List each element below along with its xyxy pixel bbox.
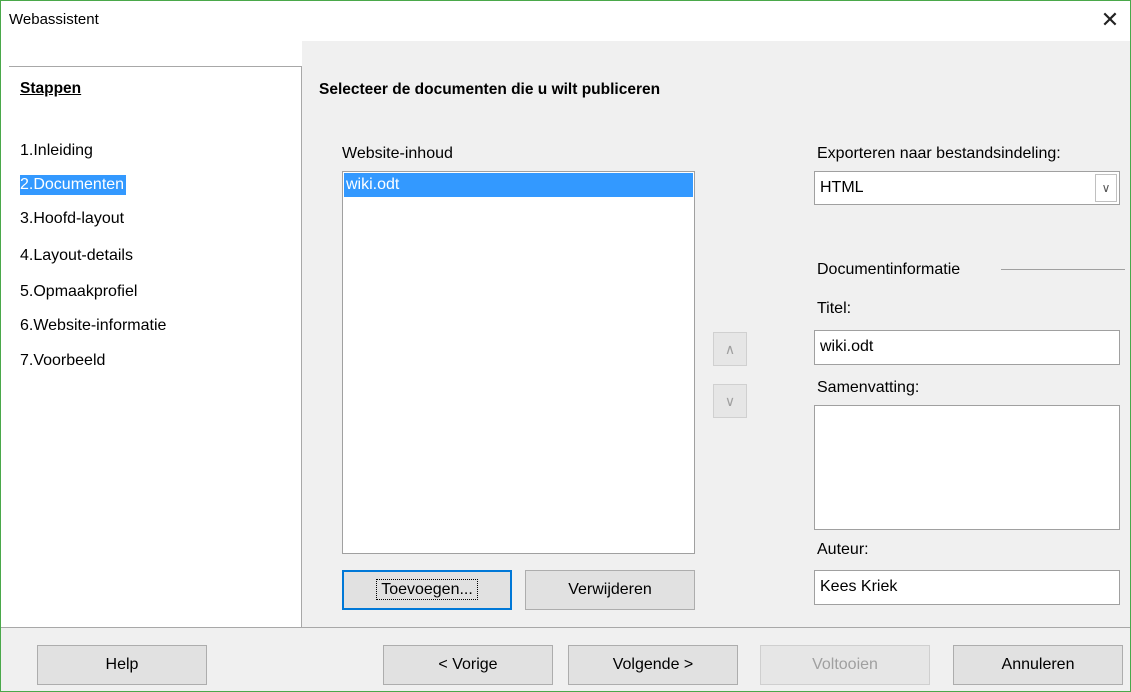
document-info-group-label: Documentinformatie — [817, 261, 961, 278]
chevron-down-icon[interactable]: ∨ — [1095, 174, 1117, 202]
sidebar-divider — [9, 66, 301, 67]
step-7-voorbeeld[interactable]: 7.Voorbeeld — [20, 351, 107, 371]
title-label: Titel: — [817, 300, 852, 317]
chevron-down-icon: ∨ — [724, 393, 736, 409]
step-4-layout-details[interactable]: 4.Layout-details — [20, 246, 135, 266]
chevron-up-icon: ∧ — [724, 341, 736, 357]
close-icon[interactable]: ✕ — [1094, 5, 1126, 37]
summary-field[interactable] — [814, 405, 1120, 530]
remove-button[interactable]: Verwijderen — [525, 570, 695, 610]
back-button[interactable]: < Vorige — [383, 645, 553, 685]
step-5-opmaakprofiel[interactable]: 5.Opmaakprofiel — [20, 282, 139, 302]
author-label: Auteur: — [817, 541, 869, 558]
summary-label: Samenvatting: — [817, 379, 920, 396]
move-up-button[interactable]: ∧ — [713, 332, 747, 366]
web-wizard-dialog: Webassistent ✕ Stappen 1.Inleiding 2.Doc… — [0, 0, 1131, 692]
author-field-value: Kees Kriek — [820, 578, 898, 595]
step-3-hoofd-layout[interactable]: 3.Hoofd-layout — [20, 209, 126, 229]
add-button[interactable]: Toevoegen... — [342, 570, 512, 610]
window-title: Webassistent — [9, 11, 99, 28]
website-content-label: Website-inhoud — [342, 145, 453, 162]
author-field[interactable]: Kees Kriek — [814, 570, 1120, 605]
finish-button[interactable]: Voltooien — [760, 645, 930, 685]
export-format-select[interactable]: HTML ∨ — [814, 171, 1120, 205]
step-1-inleiding[interactable]: 1.Inleiding — [20, 141, 95, 161]
step-2-documenten[interactable]: 2.Documenten — [20, 175, 127, 195]
cancel-button[interactable]: Annuleren — [953, 645, 1123, 685]
move-down-button[interactable]: ∨ — [713, 384, 747, 418]
title-bar: Webassistent ✕ — [1, 1, 1130, 41]
title-field[interactable]: wiki.odt — [814, 330, 1120, 365]
group-divider — [1001, 269, 1125, 270]
next-button[interactable]: Volgende > — [568, 645, 738, 685]
page-title: Selecteer de documenten die u wilt publi… — [319, 81, 661, 98]
export-format-label: Exporteren naar bestandsindeling: — [817, 145, 1061, 162]
title-field-value: wiki.odt — [820, 338, 874, 355]
export-format-value: HTML — [820, 179, 864, 196]
website-content-list[interactable]: wiki.odt — [342, 171, 695, 554]
list-item[interactable]: wiki.odt — [344, 173, 693, 197]
steps-heading: Stappen — [20, 80, 82, 97]
step-6-website-informatie[interactable]: 6.Website-informatie — [20, 316, 168, 336]
help-button[interactable]: Help — [37, 645, 207, 685]
